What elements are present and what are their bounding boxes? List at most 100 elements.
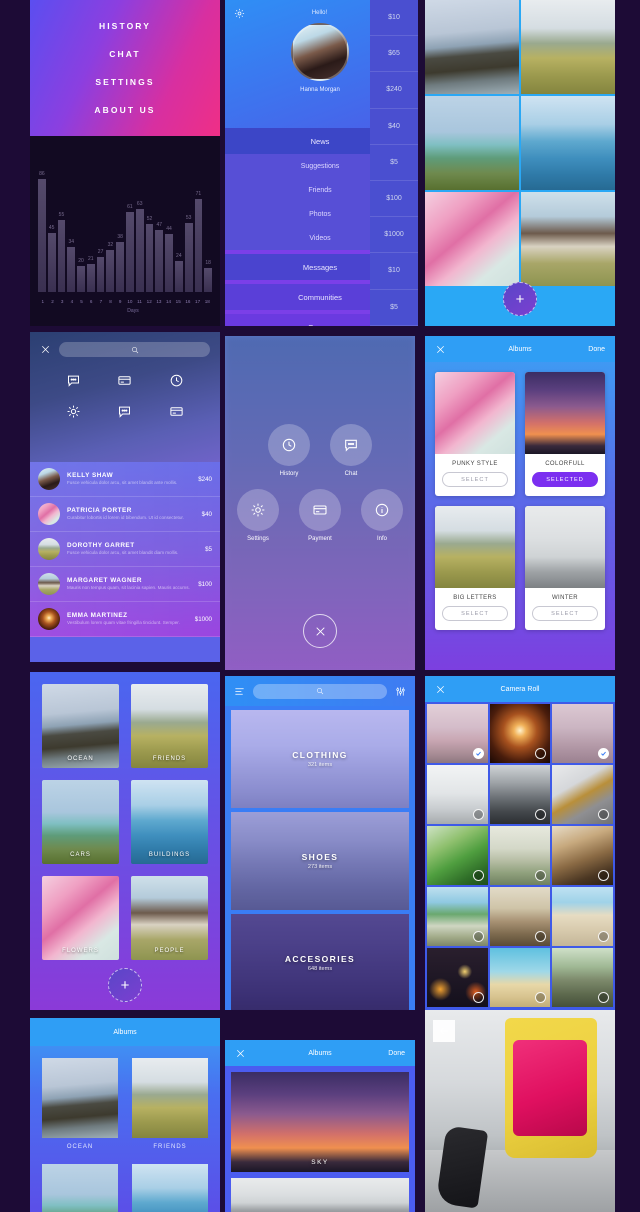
album-entry[interactable]	[42, 1164, 118, 1212]
photo-tile[interactable]	[425, 0, 519, 94]
card-icon[interactable]	[169, 404, 184, 419]
camera-roll-photo[interactable]	[552, 704, 613, 763]
hamburger-icon[interactable]	[234, 686, 245, 697]
camera-roll-photo[interactable]	[427, 948, 488, 1007]
camera-roll-photo[interactable]	[489, 704, 551, 763]
contact-row[interactable]: PATRICIA PORTER Curabitur lobortis id lor…	[30, 497, 220, 532]
category-tile[interactable]: FLOWERS	[42, 876, 119, 960]
add-button[interactable]: +	[108, 968, 142, 1002]
shop-category-card[interactable]: CLOTHING 321 items	[231, 710, 409, 808]
album-select-button[interactable]: SELECT	[532, 606, 598, 621]
circle-icon[interactable]	[535, 870, 547, 881]
camera-roll-photo[interactable]	[427, 826, 488, 885]
circle-icon[interactable]	[598, 870, 609, 881]
checkmark-icon[interactable]	[472, 748, 484, 759]
price-row[interactable]: $10	[370, 253, 418, 290]
search-input[interactable]	[59, 342, 210, 357]
circle-icon[interactable]	[535, 809, 547, 820]
album-card[interactable]: BIG LETTERS SELECT	[435, 506, 515, 630]
circle-icon[interactable]	[472, 870, 484, 881]
circle-icon[interactable]	[535, 748, 547, 759]
action-settings[interactable]: Settings	[235, 489, 281, 542]
album-select-button[interactable]: SELECTED	[532, 472, 598, 487]
action-payment[interactable]: Payment	[297, 489, 343, 542]
clock-icon[interactable]	[169, 373, 184, 388]
done-button[interactable]: Done	[588, 346, 605, 353]
album-card[interactable]: COLORFULL SELECTED	[525, 372, 605, 496]
done-button[interactable]: Done	[388, 1050, 405, 1057]
checkmark-icon[interactable]	[598, 748, 609, 759]
contact-row[interactable]: DOROTHY GARRET Fusce vehicula dolor arcu,…	[30, 532, 220, 567]
album-thumb[interactable]	[231, 1178, 409, 1212]
circle-icon[interactable]	[535, 992, 547, 1003]
circle-icon[interactable]	[472, 809, 484, 820]
action-chat[interactable]: Chat	[328, 424, 374, 477]
category-tile[interactable]: FRIENDS	[131, 684, 208, 768]
camera-roll-photo[interactable]	[427, 887, 488, 946]
camera-roll-photo[interactable]	[489, 765, 551, 824]
shop-category-card[interactable]: ACCESORIES 648 items	[231, 914, 409, 1010]
album-card[interactable]: WINTER SELECT	[525, 506, 605, 630]
camera-roll-photo[interactable]	[489, 826, 551, 885]
gear-icon[interactable]	[66, 404, 81, 419]
close-button[interactable]	[303, 614, 337, 648]
album-card[interactable]: PUNKY STYLE SELECT	[435, 372, 515, 496]
album-entry[interactable]: OCEAN	[42, 1058, 118, 1150]
album-entry[interactable]: FRIENDS	[132, 1058, 208, 1150]
contact-row[interactable]: KELLY SHAW Fusce vehicula dolor arcu, sit…	[30, 462, 220, 497]
menu-item-chat[interactable]: CHAT	[109, 40, 140, 68]
price-row[interactable]: $5	[370, 290, 418, 326]
chat-button[interactable]	[330, 424, 372, 466]
camera-roll-photo[interactable]	[427, 704, 488, 763]
category-tile[interactable]: BUILDINGS	[131, 780, 208, 864]
close-icon[interactable]	[40, 344, 51, 355]
category-tile[interactable]: OCEAN	[42, 684, 119, 768]
payment-button[interactable]	[299, 489, 341, 531]
menu-item-history[interactable]: HISTORY	[99, 12, 151, 40]
price-row[interactable]: $65	[370, 36, 418, 73]
add-button[interactable]: +	[503, 282, 537, 316]
album-select-button[interactable]: SELECT	[442, 606, 508, 621]
price-row[interactable]: $100	[370, 181, 418, 218]
circle-icon[interactable]	[472, 992, 484, 1003]
circle-icon[interactable]	[598, 931, 609, 942]
photo-tile[interactable]	[425, 192, 519, 286]
camera-roll-photo[interactable]	[552, 826, 613, 885]
category-tile[interactable]: PEOPLE	[131, 876, 208, 960]
price-row[interactable]: $240	[370, 72, 418, 109]
action-history[interactable]: History	[266, 424, 312, 477]
circle-icon[interactable]	[598, 992, 609, 1003]
menu-item-about-us[interactable]: ABOUT US	[94, 96, 155, 124]
back-button[interactable]	[433, 1020, 455, 1042]
action-info[interactable]: Info	[359, 489, 405, 542]
gear-icon[interactable]	[234, 8, 245, 19]
menu-item-settings[interactable]: SETTINGS	[95, 68, 154, 96]
photo-tile[interactable]	[425, 96, 519, 190]
camera-roll-photo[interactable]	[489, 887, 551, 946]
contact-row[interactable]: MARGARET WAGNER Mauris non tempus quam, s…	[30, 567, 220, 602]
camera-roll-photo[interactable]	[552, 948, 613, 1007]
price-row[interactable]: $5	[370, 145, 418, 181]
album-select-button[interactable]: SELECT	[442, 472, 508, 487]
camera-roll-photo[interactable]	[552, 887, 613, 946]
sliders-icon[interactable]	[395, 686, 406, 697]
settings-button[interactable]	[237, 489, 279, 531]
circle-icon[interactable]	[598, 809, 609, 820]
album-entry[interactable]	[132, 1164, 208, 1212]
photo-tile[interactable]	[521, 96, 615, 190]
circle-icon[interactable]	[472, 931, 484, 942]
search-input[interactable]	[253, 683, 387, 699]
chat-icon[interactable]	[117, 404, 132, 419]
profile-avatar[interactable]	[291, 23, 349, 81]
photo-tile[interactable]	[521, 192, 615, 286]
contact-row[interactable]: EMMA MARTINEZ Vestibulum lorem quam vitae…	[30, 602, 220, 637]
circle-icon[interactable]	[535, 931, 547, 942]
price-row[interactable]: $10	[370, 0, 418, 37]
chat-icon[interactable]	[66, 373, 81, 388]
camera-roll-photo[interactable]	[427, 765, 488, 824]
photo-tile[interactable]	[521, 0, 615, 94]
shop-category-card[interactable]: SHOES 273 items	[231, 812, 409, 910]
price-row[interactable]: $40	[370, 109, 418, 145]
camera-roll-photo[interactable]	[552, 765, 613, 824]
category-tile[interactable]: CARS	[42, 780, 119, 864]
